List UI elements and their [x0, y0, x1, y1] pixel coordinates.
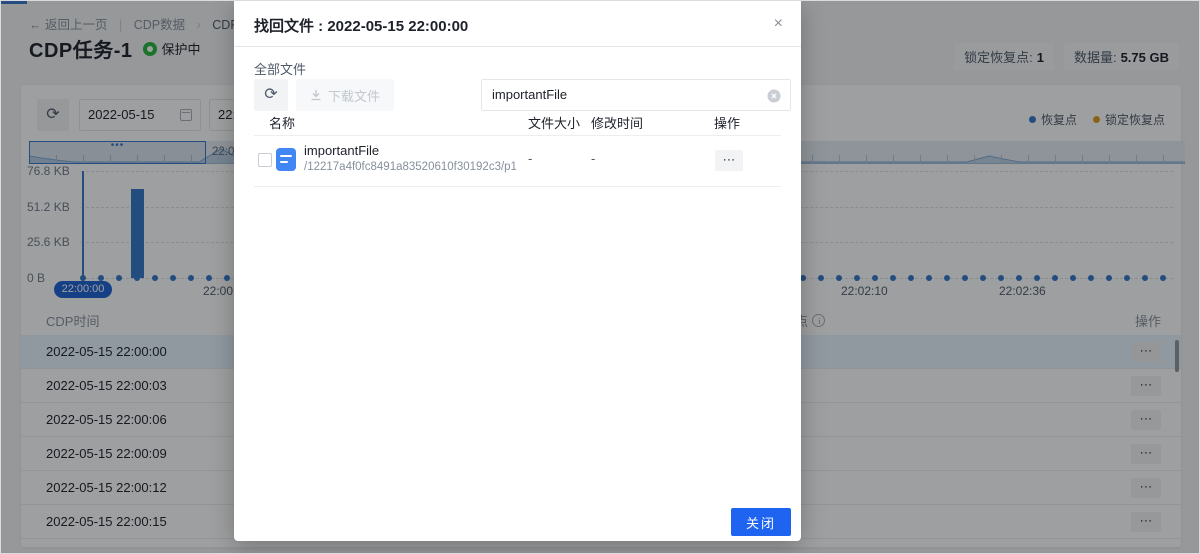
search-value: importantFile [492, 87, 567, 102]
clear-input-icon[interactable] [767, 89, 781, 103]
retrieve-files-dialog: 找回文件 : 2022-05-15 22:00:00 × 全部文件 ⟳ 下载文件… [234, 1, 801, 541]
file-name: importantFile [304, 143, 379, 158]
size-column-header: 文件大小 [528, 113, 580, 132]
download-icon [310, 89, 322, 101]
file-table-header: 名称 文件大小 修改时间 操作 [234, 105, 801, 135]
name-column-header: 名称 [269, 113, 295, 132]
file-icon [276, 148, 296, 171]
file-path: /12217a4f0fc8491a83520610f30192c3/p1/roo… [304, 161, 516, 173]
actions-column-header: 操作 [714, 113, 740, 132]
all-files-label: 全部文件 [254, 59, 306, 78]
file-checkbox[interactable] [258, 153, 272, 167]
app-window: ← 返回上一页 | CDP数据 › CDP任务-1 CDP任务-1 保护中 锁定… [0, 0, 1200, 554]
close-button[interactable]: 关闭 [731, 508, 791, 536]
file-size-cell: - [528, 151, 532, 166]
close-icon[interactable]: × [774, 14, 783, 34]
download-label: 下载文件 [328, 86, 380, 105]
file-row[interactable]: importantFile /12217a4f0fc8491a83520610f… [234, 135, 801, 186]
file-actions-button[interactable]: ⋯ [715, 150, 743, 171]
dialog-title: 找回文件 : 2022-05-15 22:00:00 [254, 15, 468, 36]
file-modified-cell: - [591, 151, 595, 166]
modified-column-header: 修改时间 [591, 113, 643, 132]
